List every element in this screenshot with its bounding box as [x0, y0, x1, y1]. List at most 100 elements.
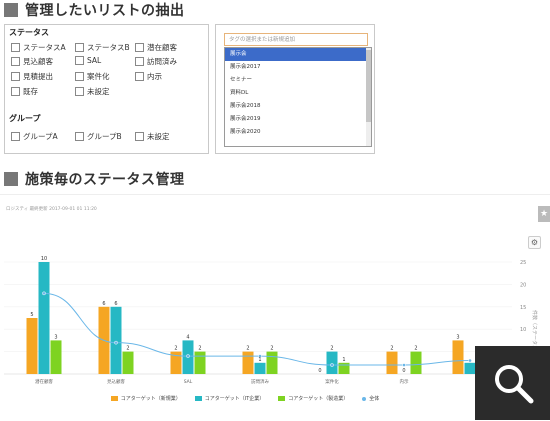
- bar-value-label: 0: [318, 368, 321, 374]
- bar-value-label: 6: [102, 301, 105, 307]
- legend-swatch-3: [278, 396, 286, 401]
- bar-1: [452, 340, 464, 374]
- right-axis-tick-label: 20: [520, 282, 526, 288]
- category-tick-label: 案件化: [325, 378, 339, 385]
- checkbox-icon[interactable]: [11, 72, 20, 81]
- tag-option[interactable]: 展示会2019: [225, 113, 371, 126]
- tag-search-input[interactable]: タグの選択または新規追加: [224, 33, 368, 46]
- bar-2: [326, 351, 338, 374]
- chart-legend: コアターゲット（新規業） コアターゲット（IT企業） コアターゲット（製造業） …: [0, 395, 490, 402]
- right-axis-tick-label: 10: [520, 327, 526, 333]
- checkbox-icon[interactable]: [135, 43, 144, 52]
- tag-option[interactable]: セミナー: [225, 74, 371, 87]
- checkbox-icon[interactable]: [11, 57, 20, 66]
- bar-2: [464, 362, 476, 374]
- zoom-button[interactable]: [475, 346, 550, 420]
- legend-item-series-3[interactable]: コアターゲット（製造業）: [278, 395, 348, 402]
- checkbox-icon[interactable]: [75, 56, 84, 65]
- status-checkbox-deal[interactable]: 案件化: [75, 71, 110, 82]
- checkbox-icon[interactable]: [135, 57, 144, 66]
- total-line-point: [468, 358, 472, 363]
- bar-value-label: 2: [414, 346, 417, 352]
- bar-2: [110, 306, 122, 374]
- category-tick-label: 訪問済み: [251, 378, 269, 385]
- magnifier-icon: [494, 365, 533, 404]
- category-tick-label: SAL: [184, 379, 193, 385]
- status-checkbox-potential[interactable]: 潜在顧客: [135, 42, 177, 53]
- bar-1: [26, 318, 38, 374]
- group-checkbox-b[interactable]: グループB: [75, 131, 122, 142]
- extract-section-title: 管理したいリストの抽出: [25, 3, 185, 19]
- status-group-label: ステータス: [9, 28, 49, 37]
- bar-value-label: 2: [174, 346, 177, 352]
- status-checkbox-informal[interactable]: 内示: [135, 71, 162, 82]
- bar-value-label: 1: [342, 357, 345, 363]
- checkbox-icon[interactable]: [75, 43, 84, 52]
- bar-value-label: 3: [54, 334, 57, 340]
- tag-list-scroll-thumb[interactable]: [366, 50, 371, 122]
- legend-item-series-1[interactable]: コアターゲット（新規業）: [110, 395, 181, 402]
- bar-1: [386, 351, 398, 374]
- category-tick-label: 内示: [400, 378, 409, 385]
- checkbox-icon[interactable]: [11, 43, 20, 52]
- checkbox-icon[interactable]: [75, 87, 84, 96]
- tag-option[interactable]: 展示会2018: [225, 100, 371, 113]
- group-label: グループ: [9, 114, 41, 123]
- extract-section-header: 管理したいリストの抽出: [4, 1, 185, 19]
- section-marker-icon: [4, 172, 18, 186]
- tag-option[interactable]: 展示会: [225, 48, 371, 61]
- bar-value-label: 2: [270, 346, 273, 352]
- group-checkbox-unset[interactable]: 未設定: [135, 131, 170, 142]
- status-bar-chart: 5103潜在顧客6 62見込顧客242SAL212訪問済み021案件化202内示3…: [4, 256, 538, 385]
- status-checkbox-status-b[interactable]: ステータスB: [75, 42, 130, 53]
- total-line-point: [402, 363, 406, 367]
- group-checkbox-a[interactable]: グループA: [11, 131, 58, 142]
- status-checkbox-sal[interactable]: SAL: [75, 56, 101, 65]
- checkbox-icon[interactable]: [11, 132, 20, 141]
- tag-option[interactable]: 展示会2017: [225, 61, 371, 74]
- bar-3: [338, 362, 350, 374]
- status-checkbox-existing[interactable]: 既存: [11, 86, 38, 97]
- bar-3: [266, 351, 278, 374]
- category-tick-label: 潜在顧客: [35, 378, 53, 385]
- bar-value-label: 5: [30, 312, 33, 318]
- checkbox-icon[interactable]: [11, 87, 20, 96]
- checkbox-icon[interactable]: [75, 132, 84, 141]
- bar-2: [254, 362, 266, 374]
- tag-selector-panel: タグの選択または新規追加 展示会 展示会2017 セミナー 資料DL 展示会20…: [215, 24, 375, 154]
- tag-option[interactable]: 展示会2020: [225, 126, 371, 139]
- tag-listbox[interactable]: 展示会 展示会2017 セミナー 資料DL 展示会2018 展示会2019 展示…: [224, 47, 372, 147]
- total-line-point: [186, 354, 190, 358]
- legend-swatch-2: [194, 396, 202, 401]
- right-axis-tick-label: 25: [520, 260, 526, 266]
- tag-option[interactable]: 資料DL: [225, 87, 371, 100]
- checkbox-icon[interactable]: [135, 132, 144, 141]
- bar-2: [38, 262, 50, 374]
- status-checkbox-unset[interactable]: 未設定: [75, 86, 110, 97]
- bar-3: [194, 351, 206, 374]
- checkbox-icon[interactable]: [135, 72, 144, 81]
- bar-1: [242, 351, 254, 374]
- status-checkbox-visited[interactable]: 訪問済み: [135, 56, 177, 67]
- bar-value-label: 10: [41, 256, 47, 262]
- bar-value-label: 0: [402, 368, 405, 374]
- bar-value-label: 4: [186, 334, 189, 340]
- bar-value-label: 2: [246, 346, 249, 352]
- status-mgmt-section-title: 施策毎のステータス管理: [25, 172, 185, 188]
- checkbox-icon[interactable]: [75, 72, 84, 81]
- status-checkbox-prospect[interactable]: 見込顧客: [11, 56, 53, 67]
- legend-swatch-1: [110, 396, 118, 401]
- legend-line-marker: [362, 396, 367, 401]
- star-icon[interactable]: ★: [538, 206, 550, 222]
- legend-item-total[interactable]: 全体: [362, 395, 379, 402]
- section-marker-icon: [4, 3, 18, 17]
- status-checkbox-quoted[interactable]: 見積提出: [11, 71, 53, 82]
- total-line-point: [114, 340, 118, 345]
- right-axis-tick-label: 15: [520, 305, 526, 311]
- filter-panel: ステータス ステータスA ステータスB 潜在顧客 見込顧客 SAL 訪問済み 見…: [4, 24, 209, 154]
- status-checkbox-status-a[interactable]: ステータスA: [11, 42, 66, 53]
- bar-value-label: 1: [258, 357, 261, 363]
- bar-value-label: 6: [114, 301, 117, 307]
- bar-value-label: 3: [456, 334, 459, 340]
- legend-item-series-2[interactable]: コアターゲット（IT企業）: [194, 395, 264, 402]
